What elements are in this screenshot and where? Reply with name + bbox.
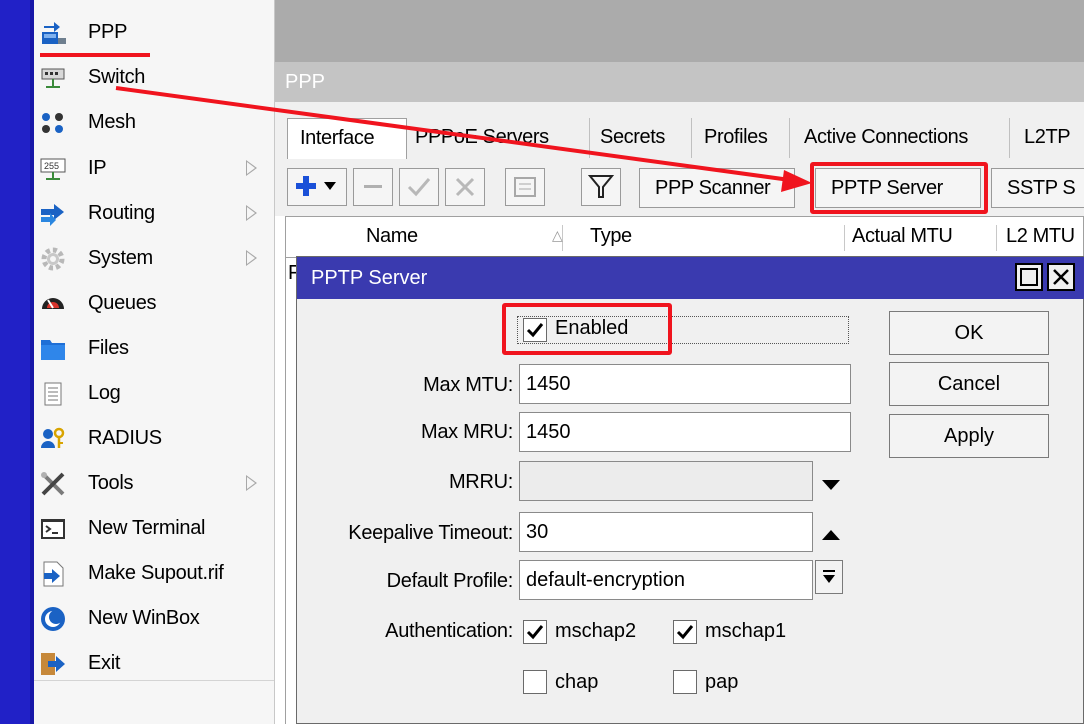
annotation-arrow-overlay — [40, 53, 812, 192]
annotation-arrow-head — [781, 170, 812, 192]
annotation-arrow-line — [115, 86, 791, 182]
